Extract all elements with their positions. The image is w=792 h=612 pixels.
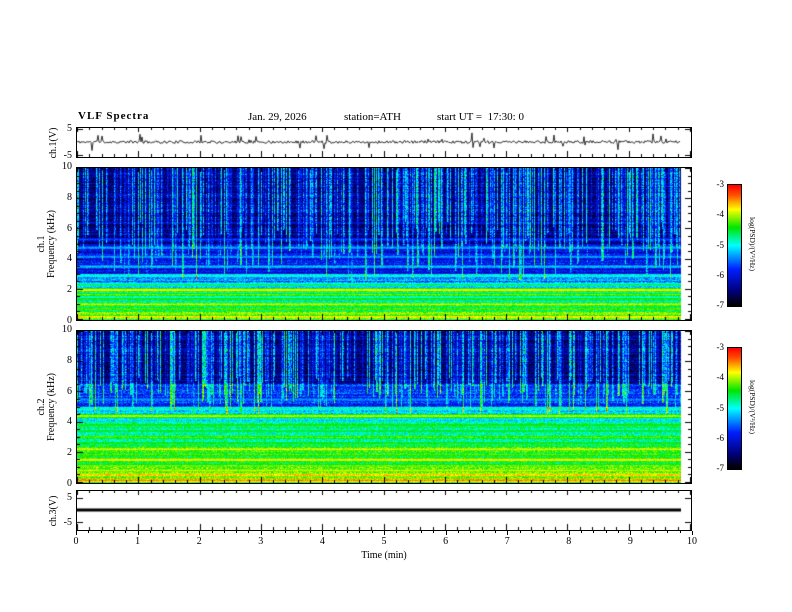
colorbar-tick-label: -5 [716, 402, 725, 413]
x-axis-tick [692, 531, 693, 535]
x-axis-minor-tick [347, 531, 349, 533]
x-axis-minor-tick [581, 531, 583, 533]
x-axis-minor-tick [125, 531, 127, 533]
x-axis-minor-tick [149, 531, 151, 533]
ch2-spectrogram-panel [76, 330, 692, 484]
x-axis-minor-tick [494, 531, 496, 533]
x-axis-minor-tick [236, 531, 238, 533]
x-axis-minor-tick [310, 531, 312, 533]
colorbar-tick-label: -5 [716, 239, 725, 250]
x-tick-label: 10 [687, 536, 697, 547]
x-axis-minor-tick [667, 531, 669, 533]
ch2-spectrogram-canvas [77, 331, 691, 483]
x-axis-minor-tick [223, 531, 225, 533]
x-axis-minor-tick [371, 531, 373, 533]
colorbar-tick-label: -3 [716, 342, 725, 352]
x-axis-tick [260, 531, 262, 535]
x-tick-label: 1 [135, 536, 141, 547]
x-axis-minor-tick [100, 531, 102, 533]
colorbar-tick-label: -7 [716, 463, 725, 473]
ch3-waveform-canvas [77, 491, 691, 530]
x-tick-label: 6 [443, 536, 449, 547]
colorbar-axis-label: log(PSD)/(V²/Hz) [748, 379, 757, 434]
x-axis-minor-tick [544, 531, 546, 533]
x-axis-minor-tick [642, 531, 644, 533]
colorbar-ch1 [727, 184, 742, 307]
vlf-spectra-figure: VLF Spectra Jan. 29, 2026 station=ATH st… [0, 0, 792, 612]
x-tick-label: 9 [627, 536, 633, 547]
x-axis-minor-tick [248, 531, 250, 533]
x-tick-label: 7 [504, 536, 510, 547]
x-axis-tick [568, 531, 570, 535]
x-axis-tick [199, 531, 201, 535]
ch1-waveform-panel [76, 127, 692, 158]
x-axis-minor-tick [186, 531, 188, 533]
colorbar-tick-label: -4 [716, 372, 725, 383]
colorbar-ch1-canvas [728, 185, 741, 306]
x-axis-tick [630, 531, 632, 535]
x-axis-minor-tick [273, 531, 275, 533]
x-axis-minor-tick [359, 531, 361, 533]
x-axis-tick [137, 531, 139, 535]
x-axis-minor-tick [211, 531, 213, 533]
colorbar-tick-label: -4 [716, 209, 725, 220]
colorbar-tick-label: -6 [716, 432, 725, 443]
x-axis-minor-tick [88, 531, 90, 533]
colorbar-ch2 [727, 347, 742, 470]
x-axis-minor-tick [420, 531, 422, 533]
x-tick-label: 8 [566, 536, 572, 547]
x-axis-minor-tick [408, 531, 410, 533]
x-axis-minor-tick [112, 531, 114, 533]
ch1-spectrogram-canvas [77, 168, 691, 320]
x-axis-minor-tick [679, 531, 681, 533]
x-axis-minor-tick [470, 531, 472, 533]
ch3-waveform-panel [76, 490, 692, 531]
x-axis-tick [384, 531, 385, 535]
colorbar-tick-label: -6 [716, 269, 725, 280]
colorbar-axis-label: log(PSD)/(V²/Hz) [748, 216, 757, 271]
x-axis-minor-tick [531, 531, 533, 533]
x-axis-minor-tick [482, 531, 484, 533]
x-axis-minor-tick [605, 531, 607, 533]
ch1-spectrogram-panel [76, 167, 692, 321]
x-axis-minor-tick [162, 531, 164, 533]
x-axis-tick [507, 531, 509, 535]
date-label: Jan. 29, 2026 [248, 111, 307, 123]
x-axis-minor-tick [618, 531, 620, 533]
x-axis-minor-tick [655, 531, 657, 533]
y-axis-label-line: Frequency (kHz) [46, 209, 57, 279]
x-tick-label: 3 [258, 536, 264, 547]
colorbar-tick-label: -3 [716, 179, 725, 189]
station-label: station=ATH [344, 111, 401, 123]
x-tick-label: 0 [73, 536, 79, 547]
x-axis-tick [445, 531, 447, 535]
x-axis-minor-tick [396, 531, 398, 533]
x-axis-tick [322, 531, 324, 535]
x-tick-label: 4 [319, 536, 325, 547]
x-axis-minor-tick [285, 531, 287, 533]
x-axis-minor-tick [457, 531, 459, 533]
y-axis-label: ch.3(V) [48, 436, 59, 586]
start-ut-label: start UT = 17:30: 0 [437, 111, 524, 123]
x-axis-label: Time (min) [361, 550, 407, 561]
x-tick-label: 5 [381, 536, 387, 547]
colorbar-ch2-canvas [728, 348, 741, 469]
x-axis-minor-tick [174, 531, 176, 533]
ch1-waveform-canvas [77, 128, 691, 157]
y-axis-label-line: ch.3(V) [48, 495, 59, 526]
x-tick-label: 2 [196, 536, 202, 547]
x-axis-minor-tick [433, 531, 435, 533]
x-axis-minor-tick [556, 531, 558, 533]
figure-title: VLF Spectra [78, 110, 150, 122]
colorbar-tick-label: -7 [716, 300, 725, 310]
y-axis-label: ch.1 Frequency (kHz) [36, 169, 57, 319]
x-axis-minor-tick [297, 531, 299, 533]
x-axis-minor-tick [334, 531, 336, 533]
x-axis-minor-tick [519, 531, 521, 533]
x-axis-minor-tick [593, 531, 595, 533]
x-axis-tick [76, 531, 77, 535]
